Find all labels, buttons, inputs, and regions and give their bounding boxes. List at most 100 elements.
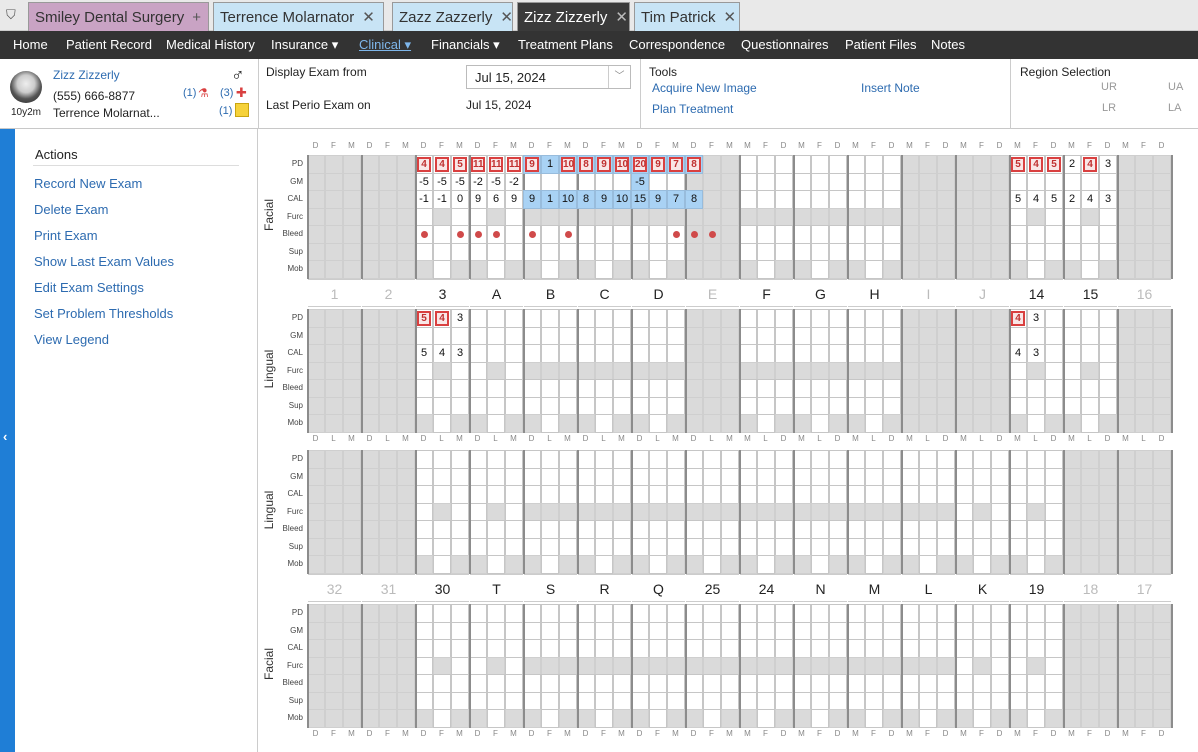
perio-cell[interactable] <box>919 656 937 675</box>
perio-cell[interactable] <box>919 467 937 486</box>
perio-cell[interactable] <box>919 537 937 556</box>
perio-cell[interactable] <box>811 621 829 640</box>
perio-cell[interactable] <box>919 520 937 539</box>
perio-cell[interactable] <box>1009 414 1027 433</box>
perio-cell[interactable] <box>1153 242 1171 261</box>
perio-cell[interactable] <box>775 207 793 226</box>
perio-cell[interactable] <box>307 555 325 574</box>
perio-cell[interactable] <box>541 691 559 710</box>
perio-cell[interactable] <box>703 379 721 398</box>
perio-cell[interactable] <box>1117 502 1135 521</box>
avatar[interactable] <box>10 71 42 103</box>
perio-cell[interactable] <box>1009 467 1027 486</box>
perio-cell[interactable] <box>343 155 361 174</box>
perio-cell[interactable] <box>1153 502 1171 521</box>
perio-cell[interactable] <box>397 621 415 640</box>
perio-value[interactable]: 15 <box>631 191 649 207</box>
perio-cell[interactable] <box>397 309 415 328</box>
perio-cell[interactable] <box>829 691 847 710</box>
perio-cell[interactable] <box>1117 242 1135 261</box>
perio-cell[interactable] <box>361 225 379 244</box>
perio-cell[interactable] <box>451 537 469 556</box>
perio-cell[interactable] <box>541 656 559 675</box>
perio-value[interactable]: 7 <box>667 191 685 207</box>
perio-cell[interactable] <box>1081 344 1099 363</box>
perio-cell[interactable] <box>1045 656 1063 675</box>
perio-cell[interactable] <box>649 621 667 640</box>
perio-cell[interactable] <box>307 155 325 174</box>
perio-cell[interactable] <box>595 361 613 380</box>
perio-cell[interactable] <box>469 555 487 574</box>
perio-cell[interactable] <box>757 309 775 328</box>
perio-cell[interactable] <box>1117 691 1135 710</box>
perio-cell[interactable] <box>469 396 487 415</box>
perio-cell[interactable] <box>955 155 973 174</box>
perio-cell[interactable] <box>577 467 595 486</box>
perio-cell[interactable] <box>1153 207 1171 226</box>
perio-cell[interactable] <box>1153 260 1171 279</box>
perio-cell[interactable] <box>613 639 631 658</box>
perio-cell[interactable] <box>1027 604 1045 623</box>
perio-cell[interactable] <box>559 207 577 226</box>
perio-cell[interactable] <box>523 172 541 191</box>
perio-cell[interactable] <box>829 326 847 345</box>
perio-value[interactable]: 5 <box>415 345 433 361</box>
perio-cell[interactable] <box>523 344 541 363</box>
perio-cell[interactable] <box>703 555 721 574</box>
perio-cell[interactable] <box>307 414 325 433</box>
perio-cell[interactable] <box>415 520 433 539</box>
perio-cell[interactable] <box>991 656 1009 675</box>
perio-cell[interactable] <box>811 242 829 261</box>
perio-cell[interactable] <box>955 242 973 261</box>
perio-cell[interactable] <box>667 485 685 504</box>
perio-cell[interactable] <box>811 155 829 174</box>
perio-cell[interactable] <box>901 467 919 486</box>
perio-cell[interactable] <box>1063 467 1081 486</box>
perio-cell[interactable] <box>739 485 757 504</box>
perio-cell[interactable] <box>883 639 901 658</box>
perio-cell[interactable] <box>775 396 793 415</box>
perio-cell[interactable] <box>721 502 739 521</box>
perio-cell[interactable] <box>649 485 667 504</box>
perio-cell[interactable] <box>577 502 595 521</box>
perio-value[interactable]: 3 <box>1099 191 1117 207</box>
perio-cell[interactable] <box>343 621 361 640</box>
perio-cell[interactable] <box>613 502 631 521</box>
perio-value[interactable]: 5 <box>1009 191 1027 207</box>
perio-cell[interactable] <box>901 190 919 209</box>
perio-cell[interactable] <box>937 225 955 244</box>
perio-cell[interactable] <box>631 260 649 279</box>
perio-cell[interactable] <box>829 172 847 191</box>
perio-cell[interactable] <box>1063 485 1081 504</box>
bleed-dot[interactable] <box>475 231 482 238</box>
lower-tooth-S[interactable]: S <box>524 574 577 602</box>
perio-cell[interactable] <box>649 396 667 415</box>
perio-cell[interactable] <box>757 467 775 486</box>
perio-cell[interactable] <box>901 225 919 244</box>
perio-cell[interactable] <box>901 604 919 623</box>
perio-cell[interactable] <box>757 361 775 380</box>
nav-correspondence[interactable]: Correspondence <box>629 31 725 59</box>
perio-cell[interactable] <box>415 656 433 675</box>
perio-cell[interactable] <box>685 396 703 415</box>
perio-cell[interactable] <box>991 450 1009 469</box>
perio-cell[interactable] <box>883 379 901 398</box>
perio-cell[interactable] <box>829 225 847 244</box>
perio-cell[interactable] <box>325 172 343 191</box>
perio-cell[interactable] <box>865 555 883 574</box>
perio-cell[interactable] <box>775 502 793 521</box>
perio-cell[interactable] <box>1045 361 1063 380</box>
perio-cell[interactable] <box>955 604 973 623</box>
perio-cell[interactable] <box>829 537 847 556</box>
perio-cell[interactable] <box>811 555 829 574</box>
perio-cell[interactable] <box>919 172 937 191</box>
perio-cell[interactable] <box>1153 155 1171 174</box>
lower-tooth-32[interactable]: 32 <box>308 574 361 602</box>
perio-cell[interactable] <box>811 709 829 728</box>
perio-cell[interactable] <box>757 344 775 363</box>
perio-cell[interactable] <box>757 207 775 226</box>
perio-cell[interactable] <box>397 396 415 415</box>
perio-cell[interactable] <box>955 190 973 209</box>
perio-cell[interactable] <box>919 502 937 521</box>
perio-cell[interactable] <box>559 467 577 486</box>
